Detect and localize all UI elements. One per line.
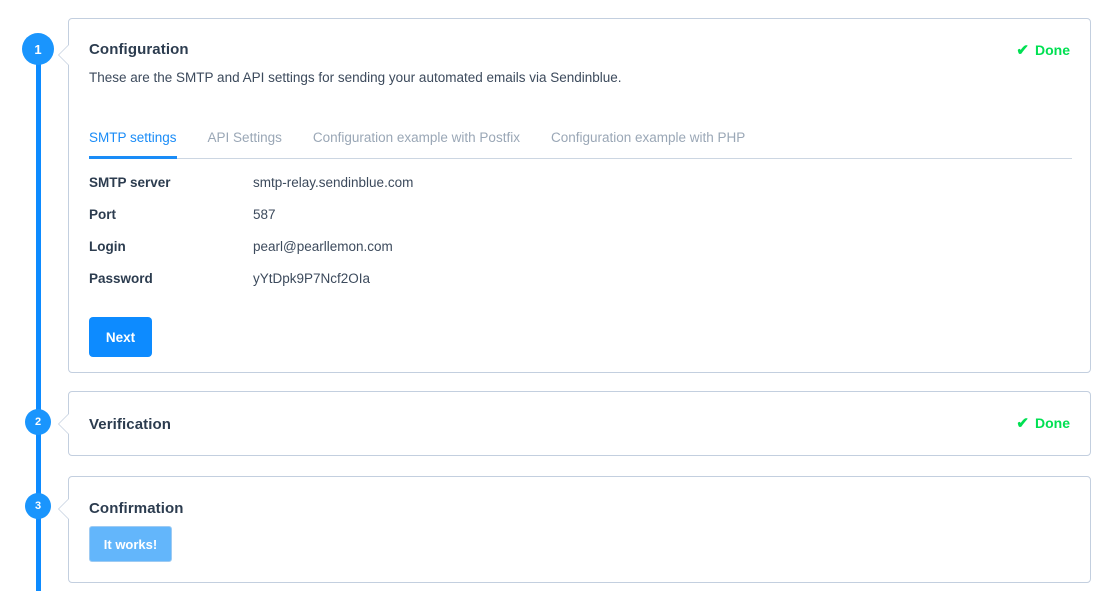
configuration-card: Configuration These are the SMTP and API… bbox=[58, 18, 1091, 373]
setting-label-smtp-server: SMTP server bbox=[89, 175, 171, 190]
setting-value-smtp-server: smtp-relay.sendinblue.com bbox=[253, 175, 414, 190]
it-works-button[interactable]: It works! bbox=[89, 526, 172, 562]
verification-title: Verification bbox=[89, 416, 172, 433]
setting-row-smtp-server: SMTP server smtp-relay.sendinblue.com bbox=[89, 175, 789, 207]
setting-label-port: Port bbox=[89, 207, 116, 222]
tab-smtp-settings[interactable]: SMTP settings bbox=[89, 130, 177, 159]
verification-card: Verification ✔ Done bbox=[58, 391, 1091, 456]
configuration-title: Configuration bbox=[89, 41, 189, 58]
configuration-description: These are the SMTP and API settings for … bbox=[89, 70, 622, 85]
setting-row-port: Port 587 bbox=[89, 207, 789, 239]
tab-api-settings[interactable]: API Settings bbox=[208, 130, 282, 159]
setting-row-login: Login pearl@pearllemon.com bbox=[89, 239, 789, 271]
card-pointer-2 bbox=[58, 413, 69, 435]
setting-value-password: yYtDpk9P7Ncf2OIa bbox=[253, 271, 371, 286]
next-button[interactable]: Next bbox=[89, 317, 152, 357]
card-pointer-1 bbox=[58, 44, 69, 66]
setting-row-password: Password yYtDpk9P7Ncf2OIa bbox=[89, 271, 789, 303]
confirmation-card: Confirmation It works! bbox=[58, 476, 1091, 583]
confirmation-title: Confirmation bbox=[89, 500, 184, 517]
tab-configuration-example-postfix[interactable]: Configuration example with Postfix bbox=[313, 130, 520, 159]
step-indicator-2[interactable]: 2 bbox=[25, 409, 51, 435]
tab-configuration-example-php[interactable]: Configuration example with PHP bbox=[551, 130, 745, 159]
settings-tabs: SMTP settings API Settings Configuration… bbox=[89, 119, 1072, 159]
step-number-2: 2 bbox=[34, 415, 42, 428]
check-icon: ✔ bbox=[1016, 41, 1029, 59]
step-number-3: 3 bbox=[34, 499, 42, 512]
smtp-setup-wizard: 1 2 3 Configuration These are the SMTP a… bbox=[0, 0, 1117, 601]
setting-label-login: Login bbox=[89, 239, 126, 254]
configuration-status-badge: ✔ Done bbox=[1016, 42, 1070, 58]
smtp-settings-list: SMTP server smtp-relay.sendinblue.com Po… bbox=[89, 175, 789, 303]
step-indicator-1[interactable]: 1 bbox=[22, 33, 54, 65]
setting-value-login: pearl@pearllemon.com bbox=[253, 239, 393, 254]
setting-value-port: 587 bbox=[253, 207, 276, 222]
verification-status-badge: ✔ Done bbox=[1016, 415, 1070, 431]
configuration-status-label: Done bbox=[1035, 42, 1070, 58]
setting-label-password: Password bbox=[89, 271, 153, 286]
step-number-1: 1 bbox=[34, 41, 42, 57]
card-pointer-3 bbox=[58, 498, 69, 520]
check-icon: ✔ bbox=[1016, 414, 1029, 432]
step-indicator-3[interactable]: 3 bbox=[25, 493, 51, 519]
verification-status-label: Done bbox=[1035, 415, 1070, 431]
